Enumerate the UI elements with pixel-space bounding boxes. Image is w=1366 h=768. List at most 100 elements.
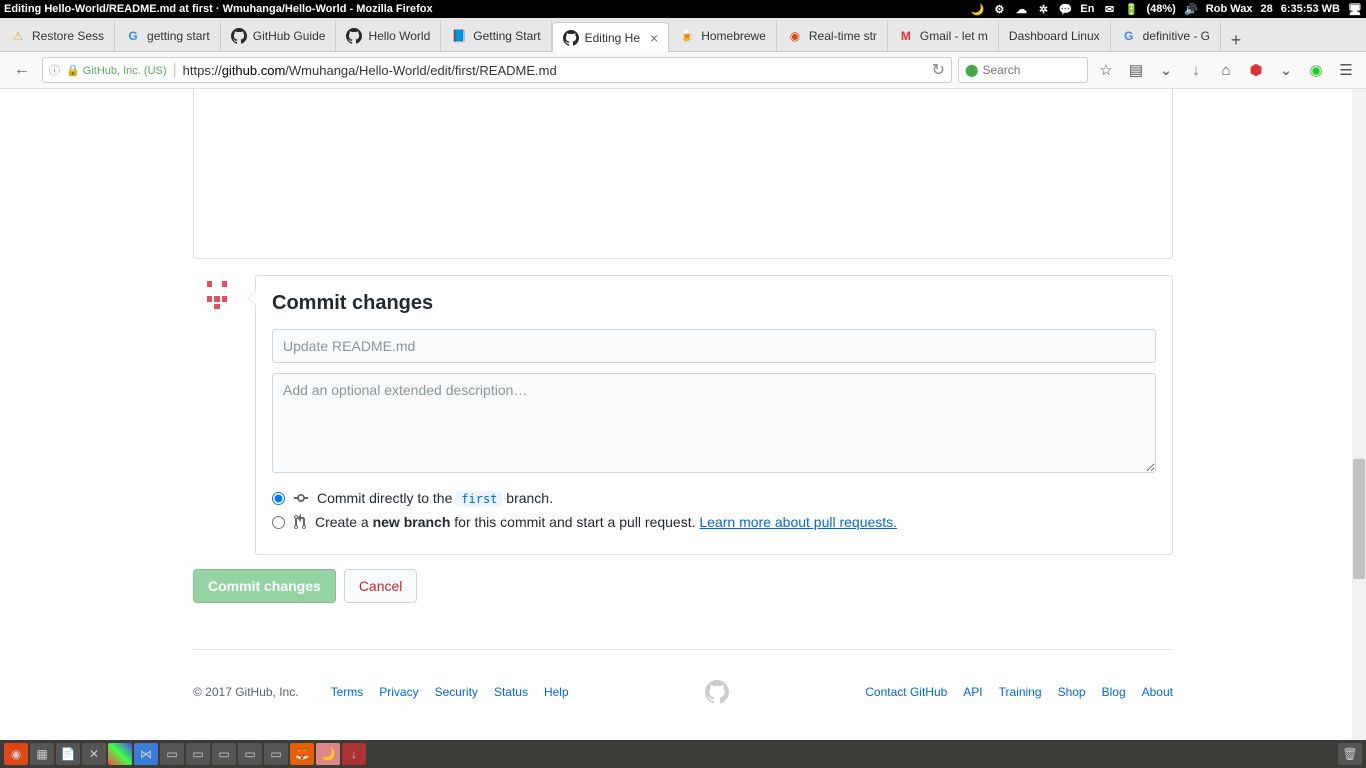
url-bar[interactable]: ⓘ 🔒 GitHub, Inc. (US) | https://github.c…: [42, 57, 952, 83]
git-pull-request-icon: [293, 514, 307, 530]
desktop-taskbar: ◉ ▦ 📄 ✕ ⋈ ▭ ▭ ▭ ▭ ▭ 🦊 🌙 ↓ 🗑: [0, 740, 1366, 768]
commit-summary-input[interactable]: [272, 329, 1156, 363]
footer-link[interactable]: Shop: [1058, 685, 1086, 699]
favicon-icon: 🍺: [679, 28, 695, 44]
new-tab-button[interactable]: +: [1221, 30, 1251, 51]
taskbar-app-icon[interactable]: ▦: [30, 743, 54, 765]
github-icon: [346, 28, 362, 44]
adblock-icon[interactable]: ⬢: [1244, 58, 1268, 82]
cancel-button[interactable]: Cancel: [344, 569, 418, 603]
page-viewport: Commit changes Commit directly to the fi…: [0, 89, 1366, 740]
footer-link[interactable]: Privacy: [379, 685, 418, 699]
browser-tab-strip: ⚠Restore SessGgetting start GitHub Guide H…: [0, 18, 1366, 52]
browser-tab[interactable]: GitHub Guide: [221, 21, 337, 51]
tray-icon[interactable]: ✲: [1036, 2, 1050, 16]
browser-tab[interactable]: Hello World: [336, 21, 441, 51]
browser-tab[interactable]: 🍺 Homebrewe: [669, 21, 777, 51]
tab-label: Restore Sess: [32, 29, 104, 43]
user-name[interactable]: Rob Wax: [1206, 3, 1253, 15]
footer-link[interactable]: Blog: [1102, 685, 1126, 699]
taskbar-app-icon[interactable]: [108, 743, 132, 765]
start-menu-icon[interactable]: ◉: [4, 743, 28, 765]
back-button[interactable]: ←: [8, 56, 36, 84]
footer-link[interactable]: Terms: [331, 685, 364, 699]
taskbar-app-icon[interactable]: ▭: [186, 743, 210, 765]
commit-description-textarea[interactable]: [272, 373, 1156, 473]
time[interactable]: 6:35:53 WB: [1281, 3, 1340, 15]
browser-tab[interactable]: MGmail - let m: [888, 21, 999, 51]
github-icon: [231, 28, 247, 44]
browser-tab[interactable]: 📘Getting Start: [441, 21, 551, 51]
footer-link[interactable]: Status: [494, 685, 528, 699]
browser-tab[interactable]: Dashboard Linux: [999, 21, 1111, 51]
learn-pr-link[interactable]: Learn more about pull requests.: [699, 514, 897, 530]
radio-new-branch[interactable]: [272, 516, 285, 529]
tray-icon[interactable]: ✉: [1102, 2, 1116, 16]
github-logo-icon[interactable]: [705, 680, 729, 704]
lock-icon: 🔒 GitHub, Inc. (US): [66, 64, 167, 77]
taskbar-app-icon[interactable]: ▭: [238, 743, 262, 765]
footer-link[interactable]: Contact GitHub: [865, 685, 947, 699]
file-editor-area[interactable]: [193, 89, 1173, 259]
taskbar-app-icon[interactable]: ▭: [160, 743, 184, 765]
dropdown-icon[interactable]: ⌄: [1274, 58, 1298, 82]
footer-link[interactable]: About: [1142, 685, 1173, 699]
radio-commit-direct[interactable]: [272, 492, 285, 505]
info-icon[interactable]: ⓘ: [49, 62, 60, 78]
tray-icon[interactable]: 🌙: [970, 2, 984, 16]
browser-tab[interactable]: ⚠Restore Sess: [0, 21, 115, 51]
footer-link[interactable]: API: [963, 685, 982, 699]
taskbar-app-icon[interactable]: ⋈: [134, 743, 158, 765]
firefox-icon[interactable]: 🦊: [290, 743, 314, 765]
hamburger-menu-icon[interactable]: ☰: [1334, 58, 1358, 82]
browser-tab[interactable]: ◉Real-time str: [777, 21, 888, 51]
battery-icon[interactable]: 🔋: [1124, 2, 1138, 16]
url-text: https://github.com/Wmuhanga/Hello-World/…: [183, 63, 926, 78]
tab-label: GitHub Guide: [253, 29, 326, 43]
battery-percent: (48%): [1146, 3, 1175, 15]
show-desktop-icon[interactable]: 🗑: [1338, 743, 1362, 765]
taskbar-app-icon[interactable]: ▭: [264, 743, 288, 765]
search-input[interactable]: [982, 63, 1081, 77]
taskbar-app-icon[interactable]: ▭: [212, 743, 236, 765]
tray-icon[interactable]: ☁: [1014, 2, 1028, 16]
tray-icon[interactable]: En: [1080, 2, 1094, 16]
scrollbar-track[interactable]: [1352, 89, 1366, 740]
bookmark-star-icon[interactable]: ☆: [1094, 58, 1118, 82]
monitor-icon[interactable]: 🖥: [1348, 2, 1362, 16]
taskbar-app-icon[interactable]: 📄: [56, 743, 80, 765]
taskbar-app-icon[interactable]: ✕: [82, 743, 106, 765]
footer-link[interactable]: Help: [544, 685, 569, 699]
reload-icon[interactable]: ↻: [932, 60, 945, 80]
tab-label: Real-time str: [809, 29, 877, 43]
date[interactable]: 28: [1260, 3, 1272, 15]
search-engine-icon: ⬤: [965, 63, 978, 77]
taskbar-app-icon[interactable]: ↓: [342, 743, 366, 765]
grammarly-icon[interactable]: ◉: [1304, 58, 1328, 82]
tab-label: Dashboard Linux: [1009, 29, 1100, 43]
commit-heading: Commit changes: [272, 292, 1156, 315]
browser-tab[interactable]: Gdefinitive - G: [1111, 21, 1221, 51]
tab-label: Editing He: [585, 31, 640, 45]
tray-icon[interactable]: 💬: [1058, 2, 1072, 16]
commit-newbranch-radio-row[interactable]: Create a new branch for this commit and …: [272, 514, 1156, 530]
browser-tab[interactable]: Editing He ×: [552, 22, 670, 52]
scrollbar-thumb[interactable]: [1353, 459, 1365, 579]
search-box[interactable]: ⬤: [958, 57, 1088, 83]
commit-direct-radio-row[interactable]: Commit directly to the first branch.: [272, 490, 1156, 506]
pocket-icon[interactable]: ⌄: [1154, 58, 1178, 82]
reader-icon[interactable]: ▤: [1124, 58, 1148, 82]
download-icon[interactable]: ↓: [1184, 58, 1208, 82]
volume-icon[interactable]: 🔊: [1184, 2, 1198, 16]
tab-label: Homebrewe: [701, 29, 766, 43]
home-icon[interactable]: ⌂: [1214, 58, 1238, 82]
avatar: [193, 275, 241, 323]
taskbar-app-icon[interactable]: 🌙: [316, 743, 340, 765]
footer-link[interactable]: Training: [999, 685, 1042, 699]
footer-link[interactable]: Security: [435, 685, 478, 699]
browser-tab[interactable]: Ggetting start: [115, 21, 221, 51]
tab-label: Hello World: [368, 29, 430, 43]
commit-changes-button[interactable]: Commit changes: [193, 569, 336, 603]
tray-icon[interactable]: ⚙: [992, 2, 1006, 16]
tab-close-icon[interactable]: ×: [650, 30, 658, 46]
